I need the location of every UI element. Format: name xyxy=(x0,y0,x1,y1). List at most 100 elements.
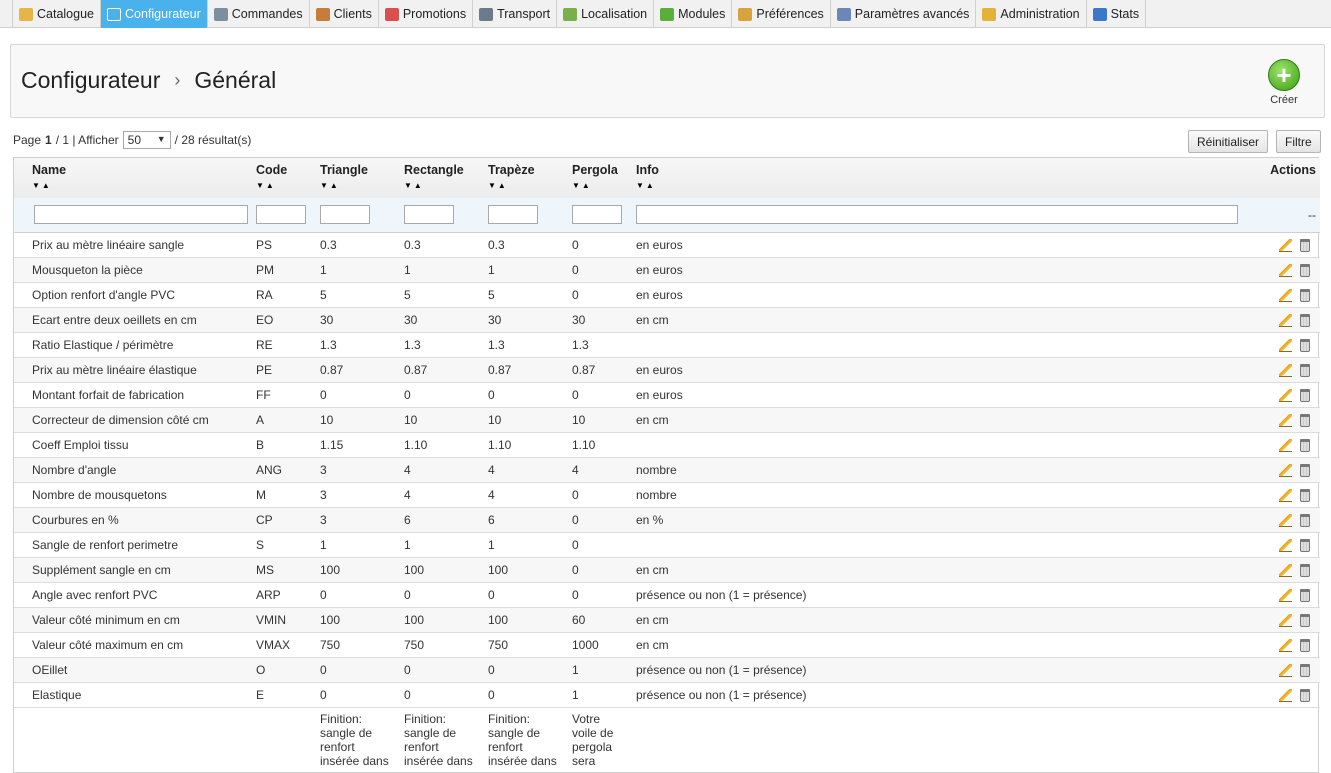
column-header-label: Name xyxy=(32,163,67,177)
sort-arrows-icon[interactable]: ▼▲ xyxy=(256,181,312,190)
key-icon xyxy=(982,7,997,21)
trash-icon[interactable] xyxy=(1300,563,1310,577)
edit-icon[interactable] xyxy=(1279,538,1292,552)
table-cell: ANG xyxy=(252,457,316,483)
tab-catalogue[interactable]: Catalogue xyxy=(12,0,101,28)
tab-commandes[interactable]: Commandes xyxy=(208,0,310,28)
filter-button[interactable]: Filtre xyxy=(1276,130,1321,153)
row-actions xyxy=(1242,582,1320,608)
trash-icon[interactable] xyxy=(1300,238,1310,252)
sort-arrows-icon[interactable]: ▼▲ xyxy=(488,181,564,190)
edit-icon[interactable] xyxy=(1279,613,1292,627)
table-cell: en euros xyxy=(632,232,1242,258)
table-cell: 1000 xyxy=(568,632,632,658)
edit-icon[interactable] xyxy=(1279,338,1292,352)
edit-icon[interactable] xyxy=(1279,388,1292,402)
tab-promotions[interactable]: Promotions xyxy=(379,0,474,28)
table-cell: Ratio Elastique / périmètre xyxy=(14,332,252,358)
create-button[interactable]: + Créer xyxy=(1264,59,1304,109)
trash-icon[interactable] xyxy=(1300,413,1310,427)
filter-input-trap-ze[interactable] xyxy=(488,205,538,225)
tab-localisation[interactable]: Localisation xyxy=(557,0,655,28)
edit-icon[interactable] xyxy=(1279,513,1292,527)
trash-icon[interactable] xyxy=(1300,663,1310,677)
tab-clients[interactable]: Clients xyxy=(310,0,379,28)
trash-icon[interactable] xyxy=(1300,688,1310,702)
table-cell: Supplément sangle en cm xyxy=(14,557,252,583)
edit-icon[interactable] xyxy=(1279,238,1292,252)
reset-button[interactable]: Réinitialiser xyxy=(1188,130,1269,153)
trash-icon[interactable] xyxy=(1300,263,1310,277)
edit-icon[interactable] xyxy=(1279,438,1292,452)
sort-arrows-icon[interactable]: ▼▲ xyxy=(320,181,396,190)
edit-icon[interactable] xyxy=(1279,313,1292,327)
sort-arrows-icon[interactable]: ▼▲ xyxy=(636,181,1238,190)
table-cell: 0.87 xyxy=(484,357,568,383)
table-cell: 1.10 xyxy=(484,432,568,458)
tab-configurateur[interactable]: Configurateur xyxy=(101,0,208,28)
table-cell: Correcteur de dimension côté cm xyxy=(14,407,252,433)
trash-icon[interactable] xyxy=(1300,613,1310,627)
sort-arrows-icon[interactable]: ▼▲ xyxy=(572,181,628,190)
table-cell: 0 xyxy=(568,557,632,583)
filter-input-triangle[interactable] xyxy=(320,205,370,225)
filter-input-code[interactable] xyxy=(256,205,306,225)
filter-input-name[interactable] xyxy=(34,205,248,225)
trash-icon[interactable] xyxy=(1300,513,1310,527)
table-cell: 1 xyxy=(568,657,632,683)
edit-icon[interactable] xyxy=(1279,588,1292,602)
table-row: OEillet O 0 0 0 1 présence ou non (1 = présenc… xyxy=(14,657,1320,683)
trash-icon[interactable] xyxy=(1300,463,1310,477)
sort-arrows-icon[interactable]: ▼▲ xyxy=(404,181,480,190)
tab-administration[interactable]: Administration xyxy=(976,0,1087,28)
tab-label: Transport xyxy=(497,7,551,21)
trash-icon[interactable] xyxy=(1300,338,1310,352)
edit-icon[interactable] xyxy=(1279,363,1292,377)
trash-icon[interactable] xyxy=(1300,388,1310,402)
table-cell: 0.3 xyxy=(316,232,400,258)
tab-transport[interactable]: Transport xyxy=(473,0,558,28)
edit-icon[interactable] xyxy=(1279,463,1292,477)
page-total: / 1 | Afficher xyxy=(55,133,119,147)
trash-icon[interactable] xyxy=(1300,638,1310,652)
trash-icon[interactable] xyxy=(1300,288,1310,302)
trash-icon[interactable] xyxy=(1300,538,1310,552)
table-row: Courbures en % CP 3 6 6 0 en % xyxy=(14,507,1320,533)
edit-icon[interactable] xyxy=(1279,263,1292,277)
trash-icon[interactable] xyxy=(1300,488,1310,502)
data-table: Name ▼▲ Code ▼▲ Triangle ▼▲ Rectangle ▼▲ Trapèze… xyxy=(13,157,1320,773)
filter-input-pergola[interactable] xyxy=(572,205,622,225)
tab-modules[interactable]: Modules xyxy=(654,0,733,28)
folder-icon xyxy=(19,7,33,21)
column-header-name: Name ▼▲ xyxy=(14,158,252,198)
filter-input-info[interactable] xyxy=(636,205,1238,225)
trash-icon[interactable] xyxy=(1300,588,1310,602)
trash-icon[interactable] xyxy=(1300,363,1310,377)
per-page-select[interactable]: 50 ▼ xyxy=(122,131,171,149)
edit-icon[interactable] xyxy=(1279,688,1292,702)
edit-icon[interactable] xyxy=(1279,413,1292,427)
table-cell: B xyxy=(252,432,316,458)
results-count: / 28 résultat(s) xyxy=(174,133,252,147)
table-cell: 60 xyxy=(568,607,632,633)
breadcrumb-parent[interactable]: Configurateur xyxy=(21,67,160,94)
edit-icon[interactable] xyxy=(1279,563,1292,577)
table-cell: S xyxy=(252,532,316,558)
sort-arrows-icon[interactable]: ▼▲ xyxy=(32,181,248,190)
edit-icon[interactable] xyxy=(1279,488,1292,502)
edit-icon[interactable] xyxy=(1279,638,1292,652)
trash-icon[interactable] xyxy=(1300,313,1310,327)
pagination: Page 1 / 1 | Afficher 50 ▼ / 28 résultat… xyxy=(13,131,251,149)
table-cell: 1 xyxy=(484,532,568,558)
edit-icon[interactable] xyxy=(1279,288,1292,302)
table-cell: 4 xyxy=(400,457,484,483)
tab-param-tres-avanc-s[interactable]: Paramètres avancés xyxy=(831,0,977,28)
table-cell: 6 xyxy=(484,507,568,533)
tab-pr-f-rences[interactable]: Préférences xyxy=(732,0,831,28)
tab-stats[interactable]: Stats xyxy=(1087,0,1147,28)
trash-icon[interactable] xyxy=(1300,438,1310,452)
filter-input-rectangle[interactable] xyxy=(404,205,454,225)
table-cell: 0 xyxy=(316,382,400,408)
table-cell xyxy=(14,707,252,772)
edit-icon[interactable] xyxy=(1279,663,1292,677)
